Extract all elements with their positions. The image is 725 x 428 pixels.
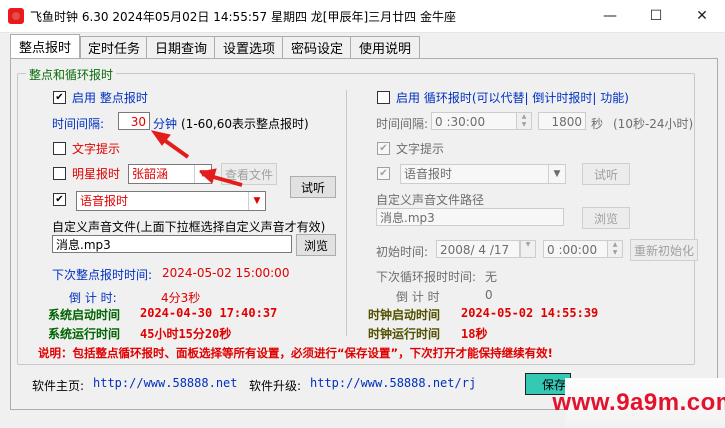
site-watermark: www.9a9m.com	[552, 378, 725, 428]
arrow-head-star-select	[198, 168, 217, 184]
arrow-to-star-select	[209, 174, 243, 187]
tab-hourly-chime[interactable]: 整点报时	[10, 34, 80, 58]
annotation-arrows	[150, 130, 243, 187]
